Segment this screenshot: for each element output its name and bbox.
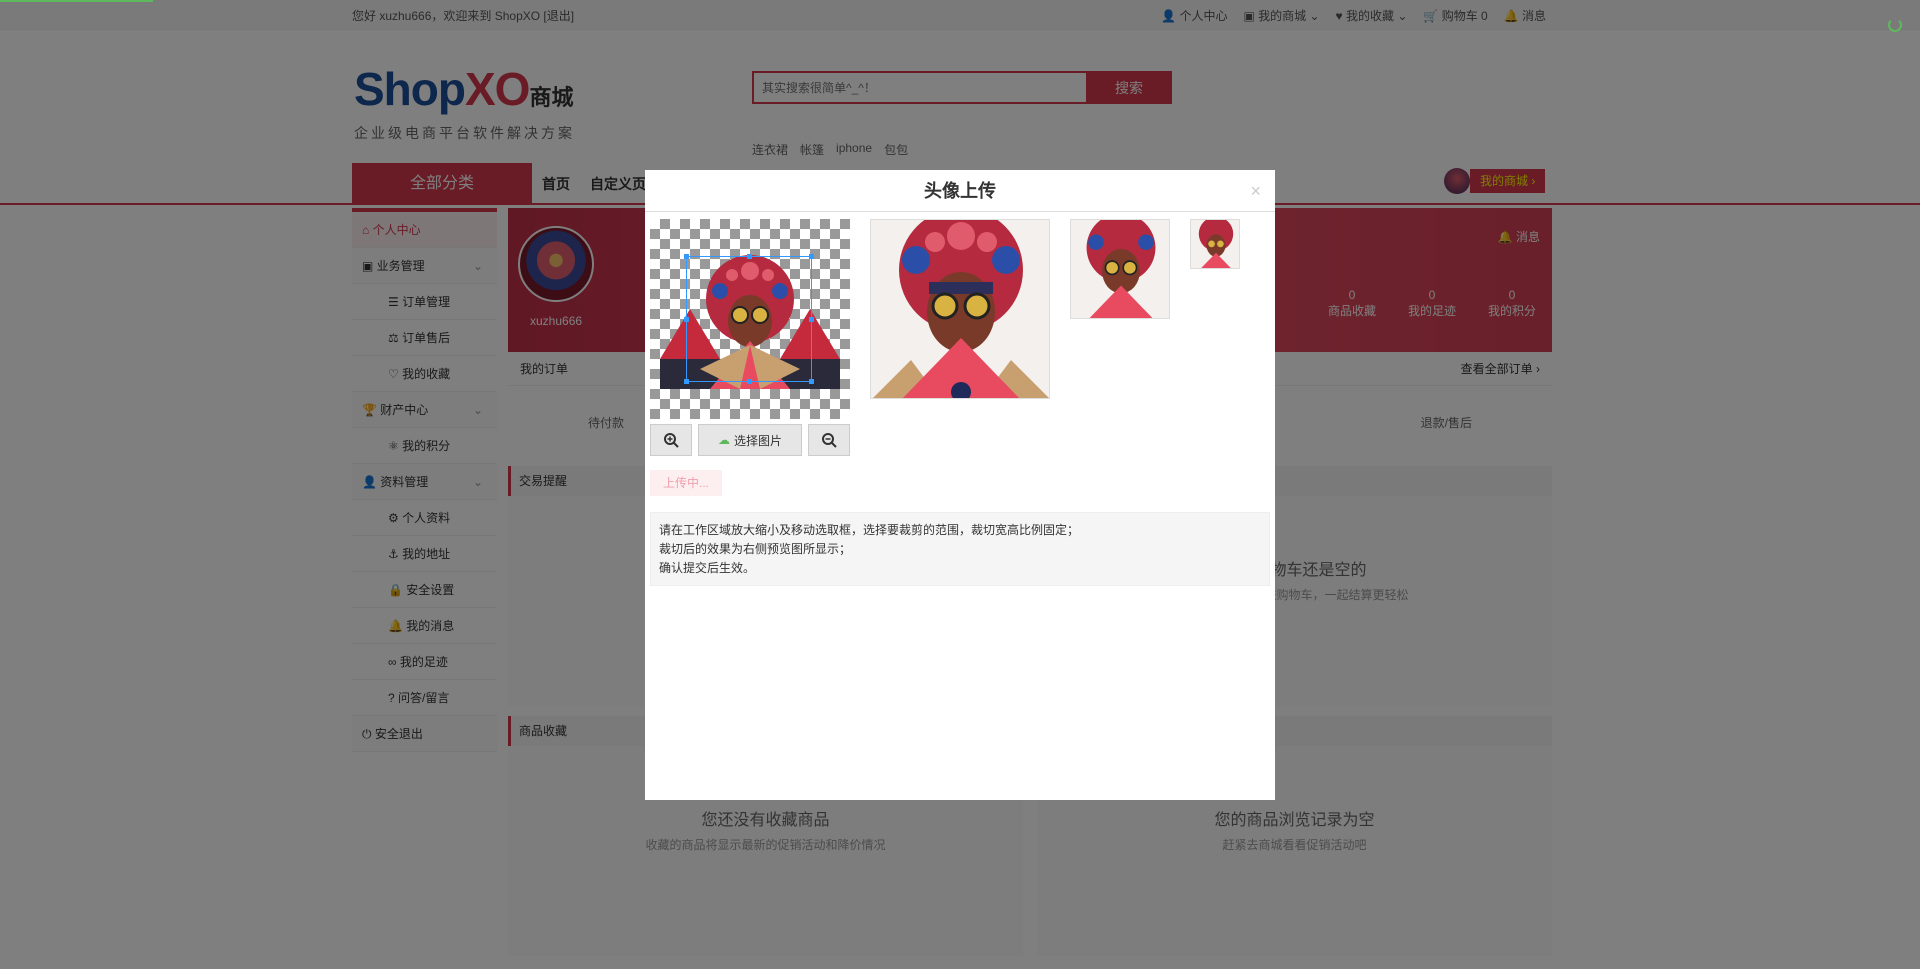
crop-selection-box[interactable] bbox=[684, 254, 814, 384]
upload-tips: 请在工作区域放大缩小及移动选取框，选择要裁剪的范围，裁切宽高比例固定； 裁切后的… bbox=[650, 512, 1270, 586]
cloud-upload-icon: ☁ bbox=[717, 433, 730, 447]
crop-toolbar: ☁ 选择图片 bbox=[650, 424, 850, 456]
zoom-in-button[interactable] bbox=[650, 424, 692, 456]
page-loading-progress bbox=[0, 0, 153, 2]
avatar-upload-modal: 头像上传 × ☁ 选择图片 上传中... 请在工作区域放大缩小及移动选取框，选择… bbox=[645, 170, 1275, 800]
choose-image-button[interactable]: ☁ 选择图片 bbox=[698, 424, 802, 456]
zoom-out-button[interactable] bbox=[808, 424, 850, 456]
zoom-out-icon bbox=[822, 433, 837, 448]
crop-workspace[interactable] bbox=[650, 219, 850, 419]
upload-button[interactable]: 上传中... bbox=[650, 470, 722, 496]
modal-title: 头像上传 bbox=[924, 181, 996, 201]
preview-small bbox=[1190, 219, 1240, 269]
preview-medium bbox=[1070, 219, 1170, 319]
zoom-in-icon bbox=[664, 433, 679, 448]
modal-header: 头像上传 × bbox=[645, 170, 1275, 212]
loading-spinner-icon bbox=[1888, 18, 1902, 32]
preview-large bbox=[870, 219, 1050, 399]
close-icon[interactable]: × bbox=[1250, 170, 1261, 212]
